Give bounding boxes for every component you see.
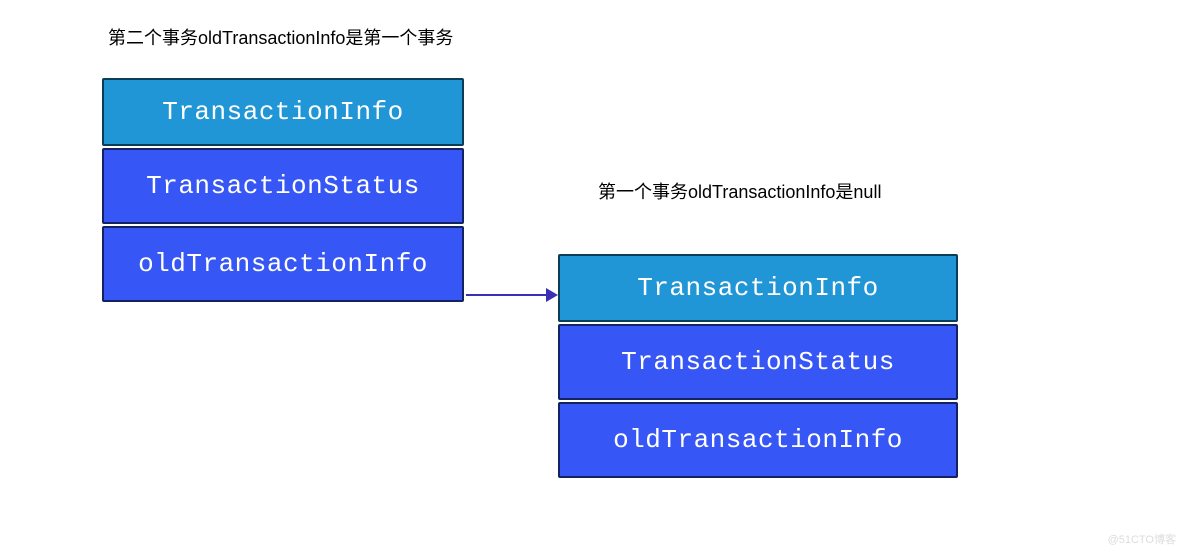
right-header-block: TransactionInfo	[558, 254, 958, 322]
pointer-arrow	[466, 289, 556, 301]
right-caption: 第一个事务oldTransactionInfo是null	[598, 178, 881, 204]
left-header-block: TransactionInfo	[102, 78, 464, 146]
watermark: @51CTO博客	[1108, 531, 1176, 547]
right-oldinfo-block: oldTransactionInfo	[558, 402, 958, 478]
arrow-head-icon	[546, 288, 558, 302]
left-caption: 第二个事务oldTransactionInfo是第一个事务	[108, 24, 453, 50]
left-oldinfo-block: oldTransactionInfo	[102, 226, 464, 302]
left-status-block: TransactionStatus	[102, 148, 464, 224]
arrow-line	[466, 294, 548, 296]
right-stack: TransactionInfo TransactionStatus oldTra…	[558, 254, 958, 480]
left-stack: TransactionInfo TransactionStatus oldTra…	[102, 78, 464, 304]
right-status-block: TransactionStatus	[558, 324, 958, 400]
